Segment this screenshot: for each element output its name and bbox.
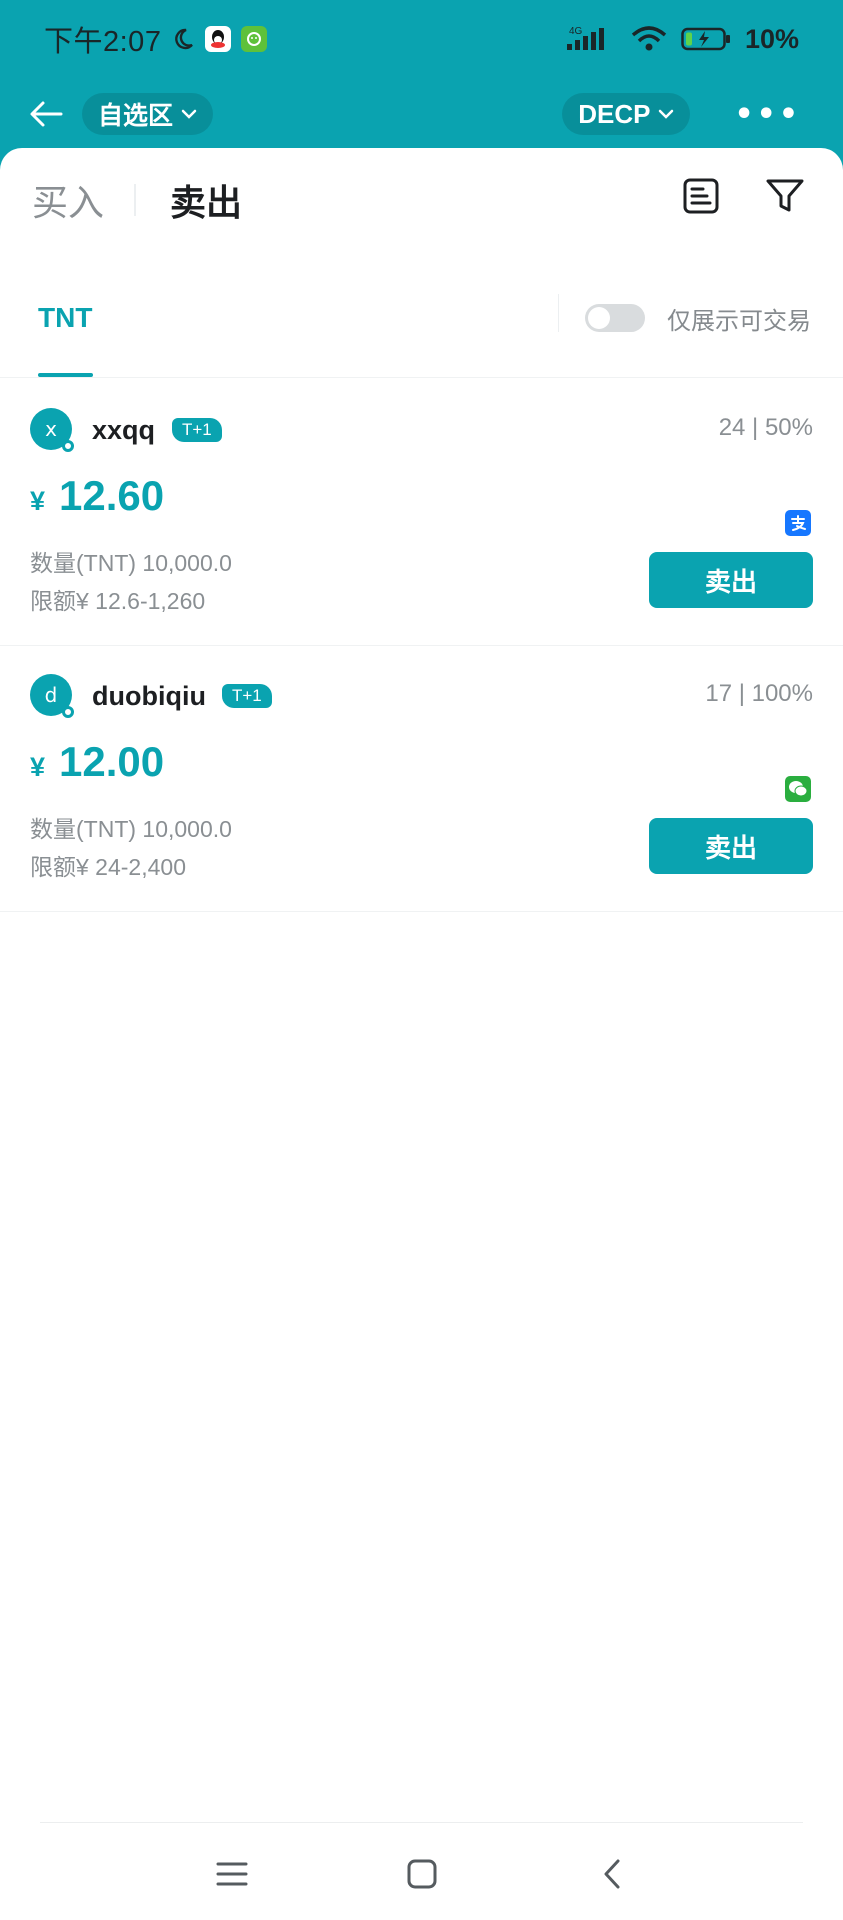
online-status-dot (62, 440, 74, 452)
merchant-stats: 17 | 100% (705, 680, 813, 707)
battery-icon (681, 26, 731, 52)
favorites-dropdown[interactable]: 自选区 (82, 93, 214, 135)
merchant-stats: 24 | 50% (718, 414, 813, 441)
settlement-badge: T+1 (172, 418, 222, 442)
filter-icon[interactable] (765, 176, 805, 216)
moon-icon (171, 27, 195, 51)
network-type: 4G (569, 26, 583, 37)
price-value: 12.00 (59, 738, 165, 785)
coin-tabs-divider (558, 294, 559, 332)
top-nav: 自选区 DECP ••• (0, 78, 843, 150)
alipay-icon (785, 510, 811, 536)
back-arrow-icon[interactable] (28, 96, 64, 132)
nav-bar-divider (40, 1822, 803, 1823)
coin-tabs: TNT 仅展示可交易 (0, 258, 843, 378)
offer-quantity: 数量(TNT) 10,000.0 (30, 550, 232, 576)
back-icon[interactable] (592, 1854, 632, 1894)
status-bar: 下午2:07 4G 10% (0, 0, 843, 78)
toggle-knob (588, 307, 610, 329)
offer-limit: 限额¥ 12.6-1,260 (30, 588, 206, 614)
home-icon[interactable] (402, 1854, 442, 1894)
offer-limit: 限额¥ 24-2,400 (30, 854, 186, 880)
signal-icon: 4G (565, 24, 617, 54)
wifi-icon (631, 25, 667, 53)
tab-coin-tnt[interactable]: TNT (38, 258, 92, 378)
sell-button[interactable]: 卖出 (649, 818, 813, 874)
sheet-actions (681, 176, 805, 216)
price: ¥ 12.60 (30, 472, 164, 520)
tradable-only-label: 仅展示可交易 (667, 306, 811, 335)
settlement-badge: T+1 (222, 684, 272, 708)
trade-tabs: 买入 卖出 (32, 170, 242, 230)
menu-icon[interactable] (212, 1854, 252, 1894)
status-time: 下午2:07 (44, 26, 162, 58)
sell-button[interactable]: 卖出 (649, 552, 813, 608)
currency-label: DECP (578, 98, 651, 129)
price-currency-symbol: ¥ (30, 752, 46, 782)
avatar-letter: d (44, 683, 58, 707)
status-right: 4G 10% (565, 24, 799, 55)
currency-dropdown[interactable]: DECP (562, 93, 691, 135)
online-status-dot (62, 706, 74, 718)
tab-sell[interactable]: 卖出 (170, 174, 242, 226)
favorites-label: 自选区 (98, 101, 174, 130)
content-sheet: 买入 卖出 TNT 仅展示可交易 x xxqq T+1 24 | 50% ¥ 1… (0, 148, 843, 1920)
offer-card: d duobiqiu T+1 17 | 100% ¥ 12.00 数量(TNT)… (0, 646, 843, 912)
order-list-icon[interactable] (681, 176, 721, 216)
tradable-only-filter: 仅展示可交易 (585, 258, 811, 378)
tradable-only-toggle[interactable] (585, 304, 645, 332)
chevron-down-icon (181, 109, 197, 119)
price-currency-symbol: ¥ (30, 486, 46, 516)
offer-quantity: 数量(TNT) 10,000.0 (30, 816, 232, 842)
merchant-name[interactable]: xxqq (92, 410, 155, 450)
tab-divider (134, 184, 137, 216)
coin-tab-underline (38, 373, 93, 377)
offer-card: x xxqq T+1 24 | 50% ¥ 12.60 数量(TNT) 10,0… (0, 380, 843, 646)
avatar[interactable]: d (30, 674, 74, 718)
tab-buy[interactable]: 买入 (32, 174, 104, 226)
system-nav-bar (0, 1836, 843, 1912)
chevron-down-icon (659, 109, 674, 119)
wechat-pay-icon (785, 776, 811, 802)
battery-percent: 10% (744, 23, 799, 54)
status-left: 下午2:07 (44, 18, 268, 60)
qq-app-icon (205, 26, 232, 52)
more-options-button[interactable]: ••• (734, 97, 801, 132)
app-notification-icon (241, 26, 268, 52)
price-value: 12.60 (59, 472, 165, 519)
price: ¥ 12.00 (30, 738, 164, 786)
merchant-name[interactable]: duobiqiu (92, 676, 206, 716)
avatar[interactable]: x (30, 408, 74, 452)
avatar-letter: x (45, 417, 57, 441)
